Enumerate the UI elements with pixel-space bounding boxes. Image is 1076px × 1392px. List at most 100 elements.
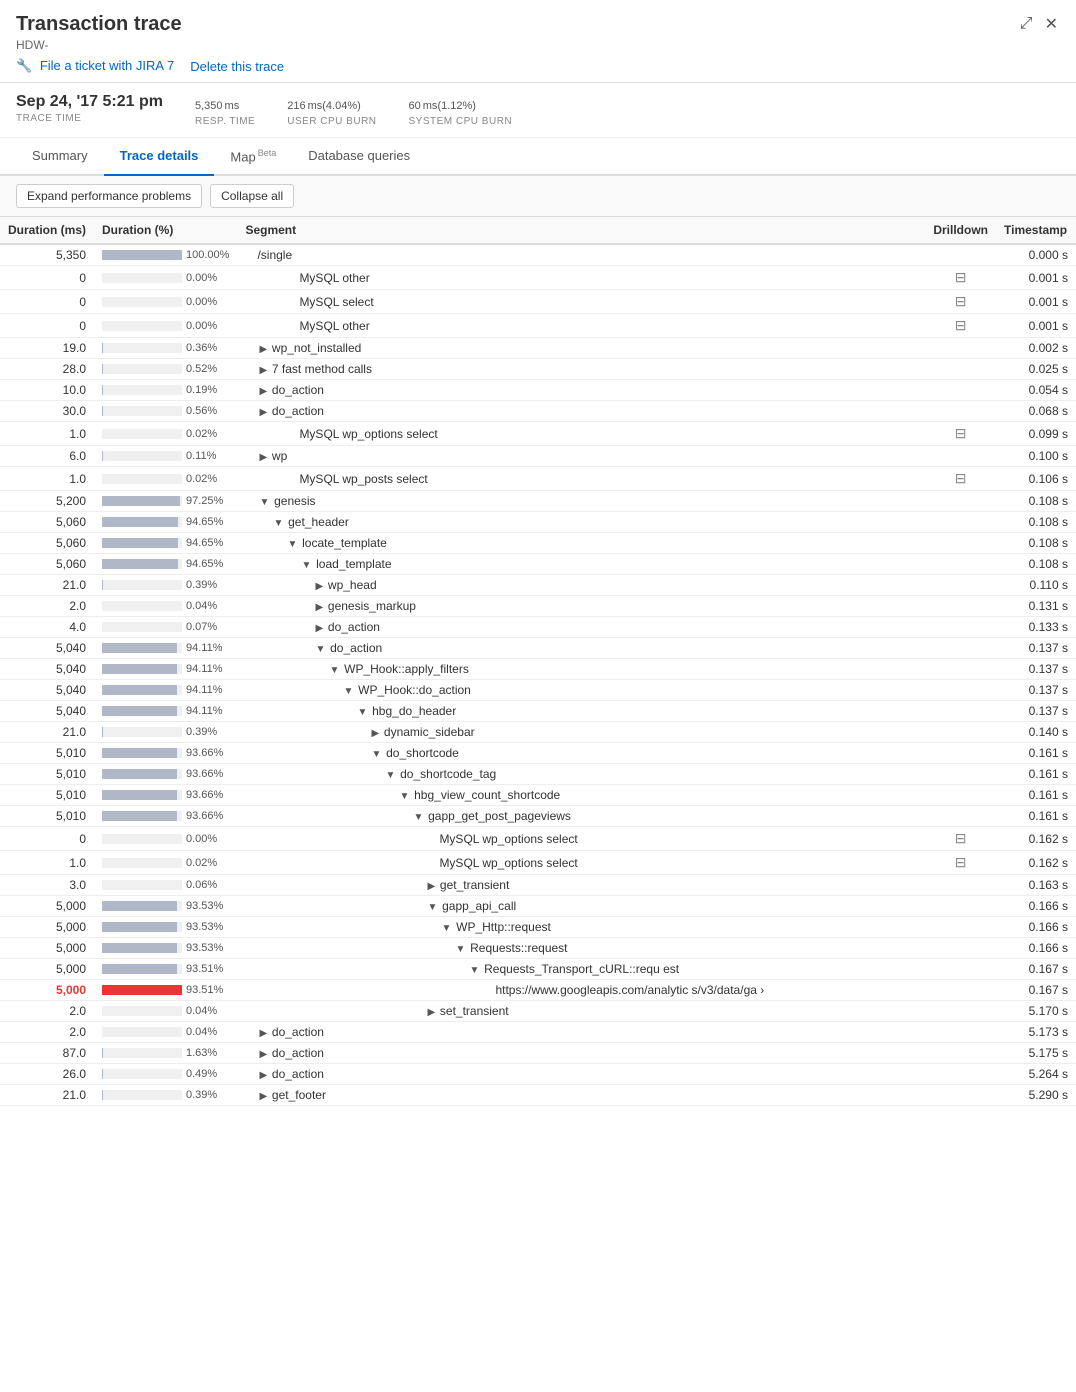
cell-drilldown — [925, 596, 996, 617]
expand-arrow-icon[interactable]: ▼ — [455, 944, 468, 955]
cell-drilldown — [925, 917, 996, 938]
cell-segment: ▶ 7 fast method calls — [237, 359, 925, 380]
close-icon[interactable]: ✕ — [1043, 12, 1060, 36]
drill-icon[interactable]: ⊟ — [955, 425, 967, 441]
expand-arrow-icon[interactable]: ▼ — [259, 497, 272, 508]
table-row: 21.0 0.39% ▶ get_footer5.290 s — [0, 1085, 1076, 1106]
segment-label: set_transient — [440, 1004, 509, 1018]
expand-arrow-icon[interactable]: ▶ — [259, 344, 269, 355]
expand-arrow-icon[interactable]: ▼ — [287, 539, 300, 550]
segment-label: hbg_view_count_shortcode — [414, 788, 560, 802]
collapse-all-button[interactable]: Collapse all — [210, 184, 294, 208]
table-row: 19.0 0.36% ▶ wp_not_installed0.002 s — [0, 338, 1076, 359]
expand-arrow-icon[interactable]: ▶ — [371, 728, 381, 739]
expand-arrow-icon[interactable]: ▼ — [413, 812, 426, 823]
segment-label: MySQL select — [299, 295, 373, 309]
cell-segment: ▶ do_action — [237, 617, 925, 638]
table-row: 2.0 0.04% ▶ set_transient5.170 s — [0, 1001, 1076, 1022]
metrics-bar: Sep 24, '17 5:21 pm TRACE TIME 5,350ms R… — [0, 83, 1076, 138]
table-row: 6.0 0.11% ▶ wp0.100 s — [0, 446, 1076, 467]
table-row: 0 0.00% MySQL select⊟0.001 s — [0, 290, 1076, 314]
expand-arrow-icon[interactable]: ▶ — [427, 1007, 437, 1018]
segment-label: Requests::request — [470, 941, 567, 955]
expand-arrow-icon[interactable]: ▼ — [427, 902, 440, 913]
cell-timestamp: 0.131 s — [996, 596, 1076, 617]
table-row: 26.0 0.49% ▶ do_action5.264 s — [0, 1064, 1076, 1085]
expand-arrow-icon[interactable]: ▼ — [273, 518, 286, 529]
expand-arrow-icon[interactable]: ▼ — [385, 770, 398, 781]
expand-arrow-icon[interactable]: ▼ — [343, 686, 356, 697]
tab-map[interactable]: MapBeta — [214, 138, 292, 176]
expand-arrow-icon[interactable]: ▶ — [259, 1091, 269, 1102]
expand-arrow-icon[interactable]: ▶ — [259, 1049, 269, 1060]
expand-arrow-icon[interactable]: ▶ — [427, 881, 437, 892]
cell-drilldown[interactable]: ⊟ — [925, 290, 996, 314]
cell-segment: ▼ genesis — [237, 491, 925, 512]
cell-drilldown[interactable]: ⊟ — [925, 827, 996, 851]
cell-timestamp: 0.068 s — [996, 401, 1076, 422]
expand-arrow-icon[interactable]: ▶ — [259, 1028, 269, 1039]
cell-timestamp: 0.106 s — [996, 467, 1076, 491]
cell-segment: MySQL other — [237, 314, 925, 338]
expand-arrow-icon[interactable]: ▼ — [469, 965, 482, 976]
expand-arrow-icon[interactable]: ▼ — [399, 791, 412, 802]
delete-trace-link[interactable]: Delete this trace — [190, 59, 284, 74]
drill-icon[interactable]: ⊟ — [955, 830, 967, 846]
cell-duration-pct: 0.04% — [94, 1022, 237, 1043]
file-ticket-link[interactable]: 🔧 File a ticket with JIRA 7 — [16, 58, 174, 74]
tab-database-queries[interactable]: Database queries — [292, 138, 426, 176]
cell-duration-pct: 94.11% — [94, 680, 237, 701]
expand-arrow-icon[interactable]: ▼ — [441, 923, 454, 934]
cell-drilldown[interactable]: ⊟ — [925, 851, 996, 875]
expand-arrow-icon[interactable]: ▼ — [315, 644, 328, 655]
expand-arrow-icon[interactable]: ▶ — [259, 452, 269, 463]
table-row: 5,000 93.53% ▼ Requests::request0.166 s — [0, 938, 1076, 959]
cell-drilldown — [925, 659, 996, 680]
drill-icon[interactable]: ⊟ — [955, 317, 967, 333]
cell-drilldown — [925, 401, 996, 422]
drill-icon[interactable]: ⊟ — [955, 269, 967, 285]
cell-segment: ▶ do_action — [237, 1043, 925, 1064]
cell-duration-pct: 93.53% — [94, 917, 237, 938]
cell-segment: MySQL other — [237, 266, 925, 290]
drill-icon[interactable]: ⊟ — [955, 293, 967, 309]
cell-drilldown[interactable]: ⊟ — [925, 422, 996, 446]
expand-arrow-icon[interactable]: ▶ — [259, 407, 269, 418]
segment-label: wp_head — [328, 578, 377, 592]
expand-icon[interactable]: ⤢ — [1018, 13, 1035, 35]
expand-arrow-icon[interactable]: ▶ — [259, 386, 269, 397]
cell-drilldown[interactable]: ⊟ — [925, 467, 996, 491]
expand-arrow-icon[interactable]: ▶ — [259, 1070, 269, 1081]
cell-drilldown — [925, 1085, 996, 1106]
cell-duration-pct: 93.53% — [94, 896, 237, 917]
cell-duration-ms: 28.0 — [0, 359, 94, 380]
expand-arrow-icon[interactable]: ▶ — [259, 365, 269, 376]
segment-label: genesis — [274, 494, 315, 508]
cell-segment: ▶ dynamic_sidebar — [237, 722, 925, 743]
expand-arrow-icon[interactable]: ▶ — [315, 602, 325, 613]
cell-drilldown[interactable]: ⊟ — [925, 266, 996, 290]
cell-duration-pct: 94.65% — [94, 512, 237, 533]
expand-performance-button[interactable]: Expand performance problems — [16, 184, 202, 208]
cell-drilldown[interactable]: ⊟ — [925, 314, 996, 338]
cell-duration-pct: 97.25% — [94, 491, 237, 512]
cell-duration-ms: 5,000 — [0, 980, 94, 1001]
expand-arrow-icon[interactable]: ▶ — [315, 623, 325, 634]
cell-duration-pct: 94.65% — [94, 533, 237, 554]
expand-arrow-icon[interactable]: ▼ — [371, 749, 384, 760]
cell-drilldown — [925, 491, 996, 512]
col-header-timestamp: Timestamp — [996, 217, 1076, 244]
expand-arrow-icon[interactable]: ▼ — [357, 707, 370, 718]
tab-summary[interactable]: Summary — [16, 138, 104, 176]
drill-icon[interactable]: ⊟ — [955, 470, 967, 486]
table-row: 87.0 1.63% ▶ do_action5.175 s — [0, 1043, 1076, 1064]
segment-label: Requests_Transport_cURL::requ est — [484, 962, 679, 976]
drill-icon[interactable]: ⊟ — [955, 854, 967, 870]
tab-trace-details[interactable]: Trace details — [104, 138, 215, 176]
expand-arrow-icon[interactable]: ▶ — [315, 581, 325, 592]
table-row: 5,010 93.66% ▼ gapp_get_post_pageviews0.… — [0, 806, 1076, 827]
cell-timestamp: 0.166 s — [996, 938, 1076, 959]
expand-arrow-icon[interactable]: ▼ — [301, 560, 314, 571]
expand-arrow-icon[interactable]: ▼ — [329, 665, 342, 676]
cell-segment: ▶ do_action — [237, 380, 925, 401]
